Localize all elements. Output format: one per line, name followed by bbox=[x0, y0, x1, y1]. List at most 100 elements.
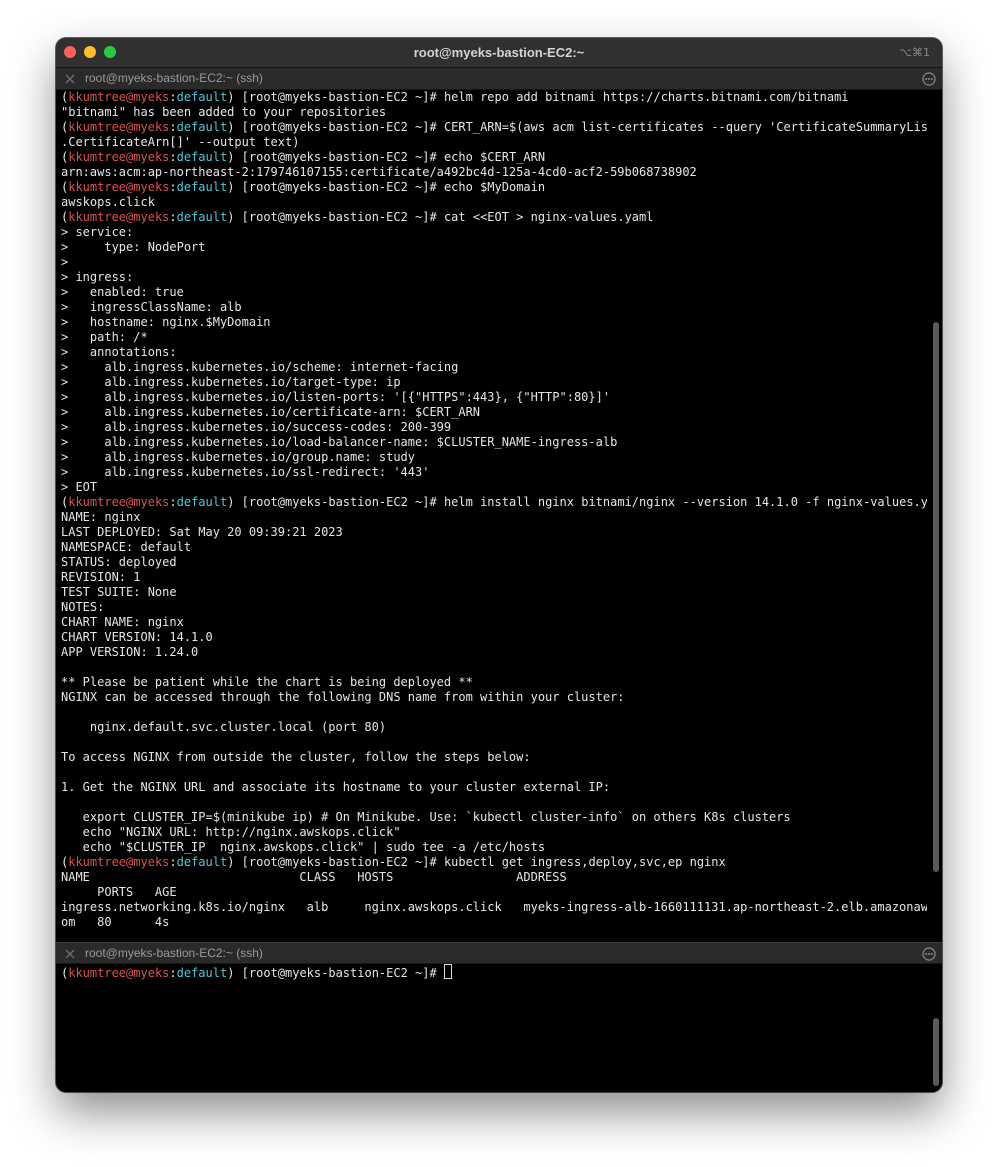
output-text: > alb.ingress.kubernetes.io/scheme: inte… bbox=[61, 360, 459, 374]
output-text: .CertificateArn[]' --output text) bbox=[61, 135, 300, 149]
output-text: > ingress: bbox=[61, 270, 134, 284]
command-line: (kkumtree@myeks:default) [root@myeks-bas… bbox=[61, 90, 927, 105]
scrollbar-top[interactable] bbox=[932, 90, 940, 940]
output-text: > annotations: bbox=[61, 345, 177, 359]
output-text: > enabled: true bbox=[61, 285, 184, 299]
close-pane-icon[interactable] bbox=[64, 948, 76, 960]
output-line: NOTES: bbox=[61, 600, 927, 615]
title-bar[interactable]: root@myeks-bastion-EC2:~ ⌥⌘1 bbox=[56, 38, 942, 68]
output-text: CHART NAME: nginx bbox=[61, 615, 184, 629]
output-text: ingress.networking.k8s.io/nginx alb ngin… bbox=[61, 900, 927, 914]
text-cursor[interactable] bbox=[443, 964, 452, 979]
prompt-suffix: ) [root@myeks-bastion-EC2 ~]# bbox=[227, 150, 444, 164]
output-text: > alb.ingress.kubernetes.io/group.name: … bbox=[61, 450, 416, 464]
pane-header-bottom[interactable]: root@myeks-bastion-EC2:~ (ssh) bbox=[56, 942, 942, 964]
output-line: NGINX can be accessed through the follow… bbox=[61, 690, 927, 705]
command-line: (kkumtree@myeks:default) [root@myeks-bas… bbox=[61, 855, 927, 870]
scrollbar-bottom[interactable] bbox=[932, 964, 940, 1088]
output-text: nginx.default.svc.cluster.local (port 80… bbox=[61, 720, 387, 734]
prompt-suffix: ) [root@myeks-bastion-EC2 ~]# bbox=[227, 495, 444, 509]
output-text: 1. Get the NGINX URL and associate its h… bbox=[61, 780, 611, 794]
prompt-colon: : bbox=[169, 495, 177, 509]
output-line: REVISION: 1 bbox=[61, 570, 927, 585]
output-line: export CLUSTER_IP=$(minikube ip) # On Mi… bbox=[61, 810, 927, 825]
output-text: > bbox=[61, 255, 69, 269]
prompt-user: kkumtree bbox=[68, 90, 127, 104]
output-line: > alb.ingress.kubernetes.io/scheme: inte… bbox=[61, 360, 927, 375]
output-line: "bitnami" has been added to your reposit… bbox=[61, 105, 927, 120]
output-text: NAME CLASS HOSTS ADDRESS bbox=[61, 870, 567, 884]
output-text: > alb.ingress.kubernetes.io/certificate-… bbox=[61, 405, 481, 419]
prompt-user: kkumtree bbox=[68, 495, 127, 509]
prompt-user: kkumtree bbox=[68, 855, 127, 869]
output-line: NAME: nginx bbox=[61, 510, 927, 525]
output-text: > service: bbox=[61, 225, 134, 239]
prompt-suffix: ) [root@myeks-bastion-EC2 ~]# bbox=[227, 855, 444, 869]
output-text: NOTES: bbox=[61, 600, 105, 614]
output-line: TEST SUITE: None bbox=[61, 585, 927, 600]
command-text: helm repo add bitnami https://charts.bit… bbox=[443, 90, 849, 104]
output-text: CHART VERSION: 14.1.0 bbox=[61, 630, 213, 644]
command-text: echo $CERT_ARN bbox=[443, 150, 546, 164]
output-text: > EOT bbox=[61, 480, 98, 494]
prompt-colon: : bbox=[169, 90, 177, 104]
output-text: > alb.ingress.kubernetes.io/load-balance… bbox=[61, 435, 618, 449]
output-line: echo "$CLUSTER_IP nginx.awskops.click" |… bbox=[61, 840, 927, 855]
prompt-suffix: ) [root@myeks-bastion-EC2 ~]# bbox=[227, 966, 444, 980]
output-text: REVISION: 1 bbox=[61, 570, 141, 584]
pane-header-top[interactable]: root@myeks-bastion-EC2:~ (ssh) bbox=[56, 68, 942, 90]
terminal-output-top[interactable]: (kkumtree@myeks:default) [root@myeks-bas… bbox=[61, 90, 927, 938]
output-line: > enabled: true bbox=[61, 285, 927, 300]
pane-menu-icon[interactable] bbox=[922, 947, 936, 961]
output-text: > path: /* bbox=[61, 330, 148, 344]
output-line: > type: NodePort bbox=[61, 240, 927, 255]
prompt-colon: : bbox=[169, 210, 177, 224]
prompt-host: myeks bbox=[133, 120, 170, 134]
pane-title: root@myeks-bastion-EC2:~ (ssh) bbox=[85, 71, 263, 85]
prompt-colon: : bbox=[169, 150, 177, 164]
output-line: ingress.networking.k8s.io/nginx alb ngin… bbox=[61, 900, 927, 915]
prompt-user: kkumtree bbox=[68, 150, 127, 164]
output-line: > ingress: bbox=[61, 270, 927, 285]
scrollbar-thumb-bottom[interactable] bbox=[933, 1018, 939, 1086]
prompt-host: myeks bbox=[133, 90, 170, 104]
prompt-colon: : bbox=[169, 966, 177, 980]
window-title: root@myeks-bastion-EC2:~ bbox=[413, 45, 585, 60]
prompt-namespace: default bbox=[176, 150, 228, 164]
terminal-window: root@myeks-bastion-EC2:~ ⌥⌘1 root@myeks-… bbox=[56, 38, 942, 1092]
command-text: cat <<EOT > nginx-values.yaml bbox=[443, 210, 654, 224]
output-line: CHART NAME: nginx bbox=[61, 615, 927, 630]
output-text: om 80 4s bbox=[61, 915, 170, 929]
output-line: > alb.ingress.kubernetes.io/certificate-… bbox=[61, 405, 927, 420]
prompt-namespace: default bbox=[176, 210, 228, 224]
output-line: > annotations: bbox=[61, 345, 927, 360]
prompt-namespace: default bbox=[176, 180, 228, 194]
output-text: awskops.click bbox=[61, 195, 155, 209]
output-line: .CertificateArn[]' --output text) bbox=[61, 135, 927, 150]
prompt-user: kkumtree bbox=[68, 180, 127, 194]
pane-menu-icon[interactable] bbox=[922, 72, 936, 86]
terminal-input-bottom[interactable]: (kkumtree@myeks:default) [root@myeks-bas… bbox=[61, 964, 927, 994]
output-line: > path: /* bbox=[61, 330, 927, 345]
output-text: NAME: nginx bbox=[61, 510, 141, 524]
output-text: > alb.ingress.kubernetes.io/ssl-redirect… bbox=[61, 465, 430, 479]
close-pane-icon[interactable] bbox=[64, 73, 76, 85]
output-text: echo "NGINX URL: http://nginx.awskops.cl… bbox=[61, 825, 401, 839]
output-text: ** Please be patient while the chart is … bbox=[61, 675, 473, 689]
output-line: awskops.click bbox=[61, 195, 927, 210]
prompt-host: myeks bbox=[133, 150, 170, 164]
command-line: (kkumtree@myeks:default) [root@myeks-bas… bbox=[61, 120, 927, 135]
output-line: nginx.default.svc.cluster.local (port 80… bbox=[61, 720, 927, 735]
prompt-host: myeks bbox=[133, 495, 170, 509]
prompt-suffix: ) [root@myeks-bastion-EC2 ~]# bbox=[227, 120, 444, 134]
command-line: (kkumtree@myeks:default) [root@myeks-bas… bbox=[61, 964, 927, 980]
scrollbar-thumb-top[interactable] bbox=[933, 322, 939, 872]
pane-title: root@myeks-bastion-EC2:~ (ssh) bbox=[85, 946, 263, 960]
prompt-colon: : bbox=[169, 180, 177, 194]
output-text: arn:aws:acm:ap-northeast-2:179746107155:… bbox=[61, 165, 697, 179]
output-line: NAMESPACE: default bbox=[61, 540, 927, 555]
